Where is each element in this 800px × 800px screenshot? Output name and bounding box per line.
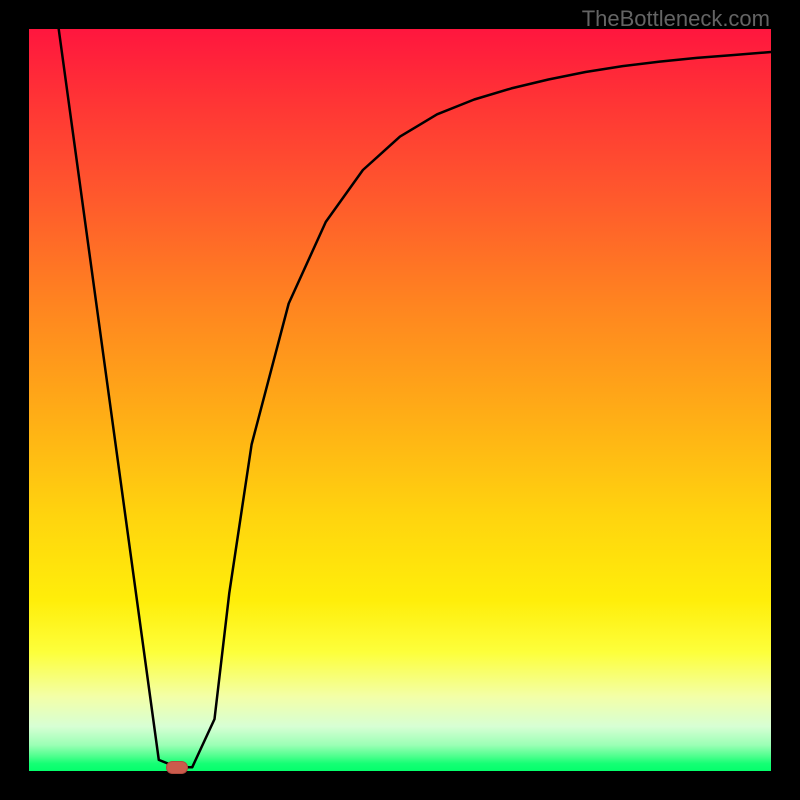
chart-frame: TheBottleneck.com — [0, 0, 800, 800]
curve-path — [59, 29, 771, 767]
optimum-marker — [166, 761, 188, 774]
bottleneck-curve — [29, 29, 771, 771]
